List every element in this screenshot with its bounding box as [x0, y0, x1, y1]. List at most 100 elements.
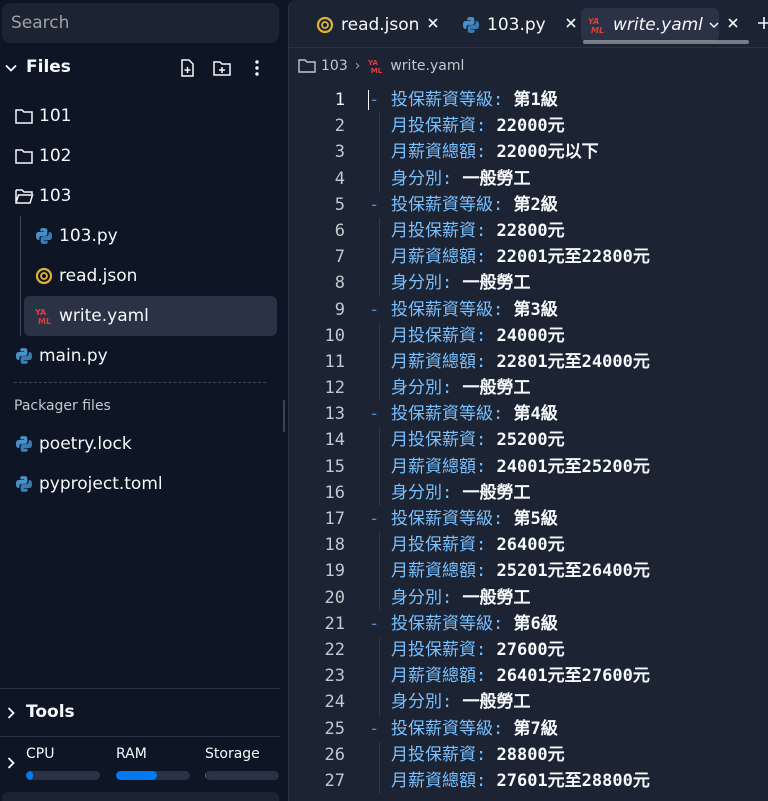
- pane-splitter[interactable]: [280, 0, 288, 801]
- editor-pane: read.json 103.py YA ML write.yaml 103 › Y…: [288, 0, 768, 801]
- yaml-value: 22801元至24000元: [486, 351, 650, 372]
- new-folder-icon[interactable]: [212, 58, 232, 78]
- tree-file-pyproject-toml[interactable]: pyproject.toml: [14, 466, 277, 502]
- line-number: 15: [324, 456, 345, 477]
- tree-folder-103[interactable]: 103: [14, 178, 277, 214]
- code-line[interactable]: 6 月投保薪資: 22800元: [289, 217, 768, 245]
- search-input[interactable]: [2, 3, 279, 43]
- code-line[interactable]: 10 月投保薪資: 24000元: [289, 322, 768, 349]
- yaml-value: 第4級: [503, 404, 558, 425]
- code-line[interactable]: 3 月薪資總額: 22000元以下: [289, 139, 768, 166]
- close-icon[interactable]: [726, 16, 740, 30]
- code-line[interactable]: 7 月薪資總額: 22001元至22800元: [289, 244, 768, 271]
- tree-file-103-py[interactable]: 103.py: [34, 218, 277, 254]
- code-line[interactable]: 20 身分別: 一般勞工: [289, 584, 768, 611]
- code-line[interactable]: 4 身分別: 一般勞工: [289, 165, 768, 192]
- code-line[interactable]: 24 身分別: 一般勞工: [289, 689, 768, 716]
- chevron-right-icon[interactable]: [5, 757, 17, 769]
- file-sidebar: Files 101 102 103 103.py read.json YAML …: [0, 0, 280, 801]
- code-line[interactable]: 5 - 投保薪資等級: 第2級: [289, 192, 768, 218]
- yaml-key: 身分別:: [391, 692, 453, 713]
- code-line[interactable]: 17 - 投保薪資等級: 第5級: [289, 506, 768, 532]
- tree-file-poetry-lock[interactable]: poetry.lock: [14, 426, 277, 462]
- code-line[interactable]: 11 月薪資總額: 22801元至24000元: [289, 348, 768, 376]
- close-icon[interactable]: [564, 16, 578, 30]
- tree-folder-101[interactable]: 101: [14, 98, 277, 134]
- indent-guide: [379, 139, 380, 166]
- divider: [14, 382, 266, 383]
- yaml-key: 月投保薪資:: [391, 639, 487, 660]
- code-line[interactable]: 25 - 投保薪資等級: 第7級: [289, 716, 768, 742]
- tab-label: 103.py: [487, 15, 546, 35]
- yaml-value: 26401元至27600元: [486, 666, 650, 687]
- yaml-value: 第3級: [503, 299, 558, 320]
- tree-item-label: pyproject.toml: [39, 474, 163, 494]
- code-line[interactable]: 12 身分別: 一般勞工: [289, 375, 768, 402]
- code-line[interactable]: 8 身分別: 一般勞工: [289, 270, 768, 297]
- line-number: 9: [334, 299, 345, 320]
- tree-file-main-py[interactable]: main.py: [14, 338, 277, 374]
- files-header[interactable]: Files: [0, 52, 280, 84]
- tree-file-read-json[interactable]: read.json: [34, 258, 277, 294]
- yaml-value: 22001元至22800元: [486, 247, 650, 268]
- code-line[interactable]: 18 月投保薪資: 26400元: [289, 532, 768, 559]
- folder-open-icon: [14, 186, 34, 206]
- chevron-down-icon[interactable]: [709, 20, 719, 30]
- tab-read-json[interactable]: read.json: [311, 8, 445, 42]
- code-text: 投保薪資等級: 第2級: [391, 192, 558, 218]
- code-line[interactable]: 14 月投保薪資: 25200元: [289, 427, 768, 454]
- tab-scrollbar[interactable]: [583, 40, 749, 44]
- svg-text:YA: YA: [34, 308, 47, 317]
- code-line[interactable]: 16 身分別: 一般勞工: [289, 479, 768, 506]
- resources-section[interactable]: CPU RAM Storage: [0, 736, 280, 792]
- yaml-value: 第7級: [503, 718, 558, 739]
- code-line[interactable]: 21 - 投保薪資等級: 第6級: [289, 611, 768, 637]
- chevron-right-icon[interactable]: [5, 707, 17, 719]
- new-file-icon[interactable]: [177, 58, 197, 78]
- yaml-key: 月投保薪資:: [391, 325, 487, 346]
- yaml-key: 身分別:: [391, 482, 453, 503]
- tab-103-py[interactable]: 103.py: [457, 8, 561, 42]
- chevron-down-icon[interactable]: [5, 62, 17, 74]
- code-line[interactable]: 19 月薪資總額: 25201元至26400元: [289, 558, 768, 585]
- tree-indent-guide: [20, 216, 21, 336]
- python-icon: [461, 15, 481, 35]
- breadcrumb-folder[interactable]: 103: [321, 58, 348, 74]
- code-line[interactable]: 22 月投保薪資: 27600元: [289, 636, 768, 664]
- add-tab-icon[interactable]: [757, 15, 768, 31]
- close-icon[interactable]: [426, 16, 440, 30]
- code-line[interactable]: 26 月投保薪資: 28800元: [289, 741, 768, 768]
- storage-meter: [205, 771, 279, 780]
- folder-icon: [14, 146, 34, 166]
- yaml-key: 身分別:: [391, 168, 453, 189]
- more-options-icon[interactable]: [247, 58, 267, 78]
- code-line[interactable]: 15 月薪資總額: 24001元至25200元: [289, 453, 768, 480]
- line-number: 18: [324, 535, 345, 556]
- tools-section[interactable]: Tools: [0, 688, 280, 736]
- splitter-grip[interactable]: [283, 400, 285, 432]
- tree-item-label: 103.py: [59, 226, 118, 246]
- code-text: 身分別: 一般勞工: [391, 166, 531, 192]
- code-line[interactable]: 13 - 投保薪資等級: 第4級: [289, 401, 768, 427]
- line-number: 20: [324, 587, 345, 608]
- yaml-icon: YAML: [587, 15, 607, 35]
- code-line[interactable]: 23 月薪資總額: 26401元至27600元: [289, 663, 768, 690]
- indent-guide: [379, 479, 380, 506]
- code-editor[interactable]: 1- 投保薪資等級: 第1級 2 月投保薪資: 22000元 3 月薪資總額: 22000…: [289, 87, 768, 795]
- breadcrumb-file[interactable]: write.yaml: [390, 58, 464, 74]
- tree-file-write-yaml[interactable]: YA ML write.yaml: [24, 296, 277, 336]
- text-caret: [368, 90, 369, 110]
- yaml-value: 一般勞工: [452, 482, 531, 503]
- code-text: 月薪資總額: 27601元至28800元: [391, 768, 650, 794]
- code-line[interactable]: 2 月投保薪資: 22000元: [289, 113, 768, 140]
- code-line[interactable]: 9 - 投保薪資等級: 第3級: [289, 297, 768, 323]
- tools-title: Tools: [26, 702, 75, 722]
- code-line[interactable]: 1 - 投保薪資等級: 第1級: [289, 87, 768, 113]
- yaml-key: 投保薪資等級:: [391, 613, 504, 634]
- code-line[interactable]: 27 月薪資總額: 27601元至28800元: [289, 767, 768, 795]
- yaml-key: 投保薪資等級:: [391, 509, 504, 529]
- yaml-value: 24001元至25200元: [486, 456, 650, 477]
- tab-write-yaml[interactable]: YA ML write.yaml: [581, 8, 719, 42]
- tree-folder-102[interactable]: 102: [14, 138, 277, 174]
- line-number: 12: [324, 378, 345, 399]
